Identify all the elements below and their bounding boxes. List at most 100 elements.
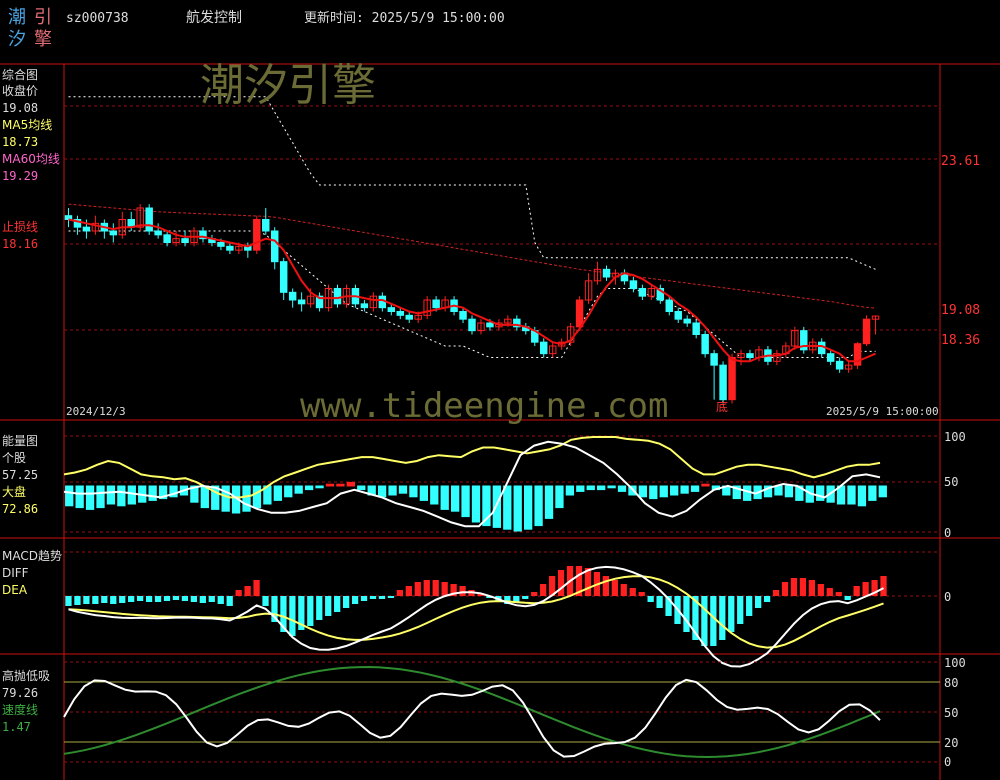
energy-bar — [607, 485, 616, 489]
candle-body — [253, 219, 261, 251]
macd-bar — [754, 596, 762, 608]
price-tick-close: 19.08 — [941, 303, 981, 318]
energy-bar — [774, 485, 783, 496]
macd-bar — [163, 596, 171, 601]
candle-body — [270, 230, 279, 263]
gpdx-main-line — [63, 678, 881, 758]
macd-bar — [65, 596, 72, 606]
energy-bar — [127, 485, 136, 505]
energy-bar — [513, 485, 522, 532]
candle-body — [396, 311, 404, 316]
candle-body — [387, 307, 396, 312]
macd-bar — [683, 596, 690, 632]
ma5-line — [68, 218, 876, 363]
energy-stock-value: 57.25 — [2, 468, 39, 482]
candle-body — [575, 299, 584, 328]
macd-bar — [119, 596, 126, 603]
candle-body — [360, 303, 369, 309]
energy-bar — [617, 485, 627, 492]
energy-bar — [534, 485, 543, 527]
macd-bar — [557, 570, 565, 596]
macd-bar — [629, 588, 636, 596]
energy-bar — [471, 485, 481, 523]
macd-bar — [728, 596, 735, 632]
energy-bar — [701, 483, 710, 487]
candle-body — [692, 322, 700, 335]
macd-dea-label: DEA — [2, 583, 28, 597]
macd-bar — [387, 596, 395, 598]
watermark-cn: 潮汐引擎 — [200, 60, 376, 111]
energy-bar — [649, 485, 658, 500]
candle-body — [279, 261, 288, 293]
macd-bar — [351, 596, 359, 604]
macd-bar — [441, 582, 448, 596]
macd-bar — [432, 580, 439, 596]
macd-bar — [136, 596, 144, 601]
macd-bar — [719, 596, 726, 640]
macd-bar — [620, 584, 627, 596]
energy-bar — [597, 485, 606, 491]
macd-bar — [710, 596, 717, 646]
price-tick-high: 23.61 — [941, 154, 981, 169]
macd-bar — [190, 596, 198, 602]
macd-bar — [656, 596, 663, 608]
energy-bar — [847, 485, 856, 505]
macd-bar — [181, 596, 189, 601]
energy-bar — [690, 485, 700, 492]
macd-diff-line — [68, 565, 884, 668]
macd-bar — [316, 596, 323, 620]
candle-body — [181, 238, 189, 244]
candle-body — [674, 311, 682, 320]
macd-bar — [826, 588, 833, 596]
macd-bar — [307, 596, 314, 626]
energy-stock-label: 个股 — [2, 451, 27, 465]
macd-bar — [83, 596, 90, 604]
candle-body — [297, 299, 306, 305]
macd-bar — [540, 584, 547, 596]
gpdx-tick-50: 50 — [944, 706, 959, 720]
macd-bar — [423, 580, 430, 596]
energy-bar — [659, 485, 668, 498]
candle-body — [719, 364, 727, 401]
candle-body — [486, 322, 494, 328]
macd-bar — [602, 576, 610, 596]
macd-bar — [459, 586, 466, 596]
macd-tick-0: 0 — [944, 590, 952, 604]
candle-body — [432, 299, 440, 309]
energy-bar — [96, 485, 105, 509]
candle-body — [683, 318, 691, 324]
energy-bar — [398, 485, 408, 494]
macd-bar — [763, 596, 771, 602]
energy-bar — [503, 485, 512, 530]
macd-bar — [244, 586, 251, 596]
energy-market-label: 大盘 — [2, 485, 27, 499]
energy-bar — [816, 485, 825, 501]
macd-bar — [737, 596, 744, 624]
energy-bar — [743, 485, 752, 501]
energy-bar — [524, 485, 533, 530]
candle-body — [728, 357, 736, 401]
macd-bar — [522, 596, 529, 599]
energy-bar — [670, 485, 679, 496]
candle-body — [468, 318, 476, 332]
macd-bar — [414, 582, 421, 596]
macd-bar — [799, 578, 807, 596]
candle-body — [82, 226, 91, 232]
macd-bar — [289, 596, 296, 636]
energy-bar — [346, 481, 355, 487]
energy-bar — [544, 485, 554, 519]
gpdx-panel-title: 高抛低吸 — [2, 669, 51, 683]
candle-body — [333, 288, 342, 305]
macd-bar — [74, 596, 81, 605]
candle-body — [602, 268, 611, 278]
macd-bar — [638, 592, 645, 596]
energy-bar — [440, 485, 449, 510]
energy-panel-title: 能量图 — [2, 434, 39, 448]
macd-bar — [790, 578, 798, 596]
energy-bar — [576, 485, 585, 492]
macd-bar — [844, 596, 851, 600]
energy-bar — [325, 483, 335, 487]
candle-body — [64, 215, 73, 221]
energy-bar — [377, 485, 387, 498]
energy-bar — [450, 485, 460, 512]
